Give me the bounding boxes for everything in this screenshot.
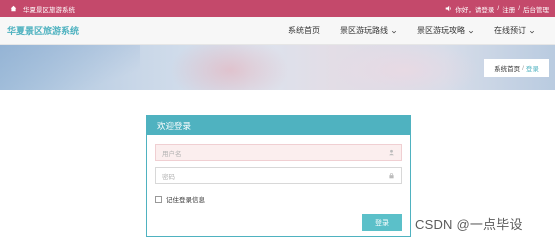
chevron-down-icon [391, 28, 397, 34]
login-link[interactable]: 你好，请登录 [455, 4, 494, 14]
banner-decoration [330, 45, 480, 90]
nav-item-label: 景区游玩攻略 [417, 26, 465, 35]
lock-icon [388, 172, 395, 179]
password-placeholder: 密码 [162, 173, 175, 181]
nav-item-routes[interactable]: 景区游玩路线 [330, 25, 407, 36]
banner-decoration [0, 45, 140, 90]
top-separator: / [497, 5, 500, 12]
top-separator: / [518, 5, 520, 12]
user-icon [388, 149, 395, 156]
top-bar: 华夏景区旅游系统 你好，请登录 / 注册 / 后台管理 [0, 0, 555, 17]
brand-logo[interactable]: 华夏景区旅游系统 [7, 24, 79, 37]
nav-menu: 系统首页 景区游玩路线 景区游玩攻略 在线预订 [278, 25, 545, 36]
nav-item-label: 在线预订 [494, 26, 526, 35]
nav-item-home[interactable]: 系统首页 [278, 25, 330, 36]
register-link[interactable]: 注册 [502, 4, 515, 14]
nav-item-guides[interactable]: 景区游玩攻略 [407, 25, 484, 36]
chevron-down-icon [529, 28, 535, 34]
breadcrumb-home[interactable]: 系统首页 [494, 63, 520, 73]
remember-label: 记住登录信息 [166, 197, 205, 204]
remember-checkbox[interactable] [155, 195, 162, 203]
top-bar-right: 你好，请登录 / 注册 / 后台管理 [445, 4, 549, 14]
login-button[interactable]: 登录 [362, 214, 402, 231]
nav-item-booking[interactable]: 在线预订 [484, 25, 545, 36]
breadcrumb-current: 登录 [525, 66, 539, 73]
chevron-down-icon [468, 28, 474, 34]
breadcrumb-separator: / [522, 64, 524, 72]
login-panel: 欢迎登录 用户名 密码 记住登录信息 登录 [146, 115, 411, 237]
login-panel-title: 欢迎登录 [147, 116, 410, 135]
watermark: CSDN @一点毕设 [415, 217, 523, 232]
username-field[interactable]: 用户名 [155, 144, 402, 161]
nav-item-label: 景区游玩路线 [340, 26, 388, 35]
speaker-icon [445, 5, 452, 12]
top-bar-left: 华夏景区旅游系统 [10, 4, 75, 14]
remember-me[interactable]: 记住登录信息 [155, 194, 205, 204]
breadcrumb: 系统首页 / 登录 [484, 59, 549, 77]
admin-link[interactable]: 后台管理 [523, 4, 549, 14]
nav-item-label: 系统首页 [288, 26, 320, 35]
main-navbar: 华夏景区旅游系统 系统首页 景区游玩路线 景区游玩攻略 在线预订 [0, 17, 555, 45]
home-icon [10, 5, 17, 12]
username-placeholder: 用户名 [162, 150, 182, 158]
top-site-name: 华夏景区旅游系统 [23, 6, 75, 14]
banner-decoration [170, 45, 290, 90]
password-field[interactable]: 密码 [155, 167, 402, 184]
page-banner [0, 45, 555, 90]
